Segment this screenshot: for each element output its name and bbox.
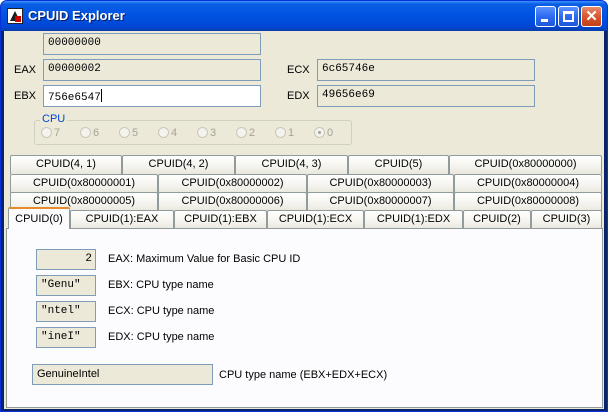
close-button[interactable]: ✕ [581,6,602,27]
title-bar[interactable]: CPUID Explorer ✕ [1,1,607,31]
tab-cpuid-1-ebx[interactable]: CPUID(1):EBX [174,210,267,229]
radio-icon [158,127,169,138]
ecx-field[interactable]: 6c65746e [317,59,535,81]
ebx-field[interactable]: 756e6547 [43,85,261,107]
text-caret [100,89,102,102]
ecx-name-box: "ntel" [36,301,96,322]
radio-icon [41,127,52,138]
radio-icon [275,127,286,138]
cpu-radio-5[interactable]: 5 [119,127,138,139]
tab-cpuid-80000007[interactable]: CPUID(0x80000007) [307,192,454,211]
edx-field[interactable]: 49656e69 [317,85,535,107]
radio-label: 6 [93,127,100,139]
ecx-label: ECX [287,64,310,76]
tab-cpuid-80000004[interactable]: CPUID(0x80000004) [454,174,602,193]
radio-label: 2 [249,127,256,139]
eax-max-value-box: 2 [36,249,96,270]
tab-cpuid-4-2[interactable]: CPUID(4, 2) [122,155,235,174]
tab-cpuid-1-ecx[interactable]: CPUID(1):ECX [267,210,364,229]
cpu-radio-2[interactable]: 2 [236,127,255,139]
cpuid-input-field[interactable]: 00000000 [43,33,261,55]
tab-row-1: CPUID(4, 1) CPUID(4, 2) CPUID(4, 3) CPUI… [4,155,604,174]
app-window: CPUID Explorer ✕ 00000000 EAX 00000002 E… [0,0,608,412]
radio-icon [119,127,130,138]
eax-max-value-desc: EAX: Maximum Value for Basic CPU ID [108,253,301,265]
minimize-icon [541,19,548,22]
cpu-name-box: GenuineIntel [32,364,213,385]
tab-cpuid-4-1[interactable]: CPUID(4, 1) [10,155,122,174]
tab-panel-cpuid-0: 2 EAX: Maximum Value for Basic CPU ID "G… [6,228,603,408]
tab-cpuid-80000008[interactable]: CPUID(0x80000008) [454,192,602,211]
tab-row-4: CPUID(0) CPUID(1):EAX CPUID(1):EBX CPUID… [4,207,604,229]
maximize-button[interactable] [558,6,579,27]
client-area: 00000000 EAX 00000002 EBX 756e6547 ECX 6… [4,31,604,409]
tab-cpuid-1-edx[interactable]: CPUID(1):EDX [364,210,463,229]
radio-label: 3 [210,127,217,139]
eax-field[interactable]: 00000002 [43,59,261,81]
tab-cpuid-4-3[interactable]: CPUID(4, 3) [235,155,348,174]
radio-label: 7 [54,127,61,139]
radio-icon [80,127,91,138]
cpu-radio-4[interactable]: 4 [158,127,177,139]
ecx-name-desc: ECX: CPU type name [108,305,215,317]
tab-cpuid-80000003[interactable]: CPUID(0x80000003) [307,174,454,193]
minimize-button[interactable] [535,6,556,27]
radio-icon [197,127,208,138]
eax-label: EAX [14,64,37,76]
ebx-value: 756e6547 [48,92,101,104]
radio-icon [314,127,325,138]
tab-cpuid-80000006[interactable]: CPUID(0x80000006) [158,192,307,211]
radio-label: 1 [288,127,295,139]
window-title: CPUID Explorer [28,8,125,23]
cpu-radio-0[interactable]: 0 [314,127,333,139]
tab-cpuid-3[interactable]: CPUID(3) [531,210,602,229]
cpu-name-desc: CPU type name (EBX+EDX+ECX) [219,369,388,381]
cpu-radio-3[interactable]: 3 [197,127,216,139]
radio-icon [236,127,247,138]
tab-row-2: CPUID(0x80000001) CPUID(0x80000002) CPUI… [4,174,604,193]
tab-row-3: CPUID(0x80000005) CPUID(0x80000006) CPUI… [4,192,604,211]
cpu-radio-6[interactable]: 6 [80,127,99,139]
cpu-radio-7[interactable]: 7 [41,127,60,139]
radio-label: 4 [171,127,178,139]
tab-cpuid-0[interactable]: CPUID(0) [8,207,70,229]
ebx-label: EBX [14,90,37,102]
ebx-name-desc: EBX: CPU type name [108,279,214,291]
tab-cpuid-5[interactable]: CPUID(5) [348,155,449,174]
tab-cpuid-80000002[interactable]: CPUID(0x80000002) [158,174,307,193]
tab-cpuid-2[interactable]: CPUID(2) [463,210,531,229]
tab-cpuid-80000000[interactable]: CPUID(0x80000000) [449,155,602,174]
app-icon[interactable] [7,8,23,24]
tab-cpuid-1-eax[interactable]: CPUID(1):EAX [70,210,174,229]
close-icon: ✕ [585,8,598,25]
maximize-icon [563,11,574,22]
edx-name-box: "ineI" [36,327,96,348]
cpu-radio-1[interactable]: 1 [275,127,294,139]
cpu-groupbox: CPU 7 6 5 4 3 2 1 0 [34,113,352,145]
ebx-name-box: "Genu" [36,275,96,296]
radio-label: 0 [327,127,334,139]
edx-label: EDX [287,90,310,102]
edx-name-desc: EDX: CPU type name [108,331,215,343]
radio-label: 5 [132,127,139,139]
cpu-group-title: CPU [40,113,68,125]
tab-cpuid-80000001[interactable]: CPUID(0x80000001) [10,174,158,193]
